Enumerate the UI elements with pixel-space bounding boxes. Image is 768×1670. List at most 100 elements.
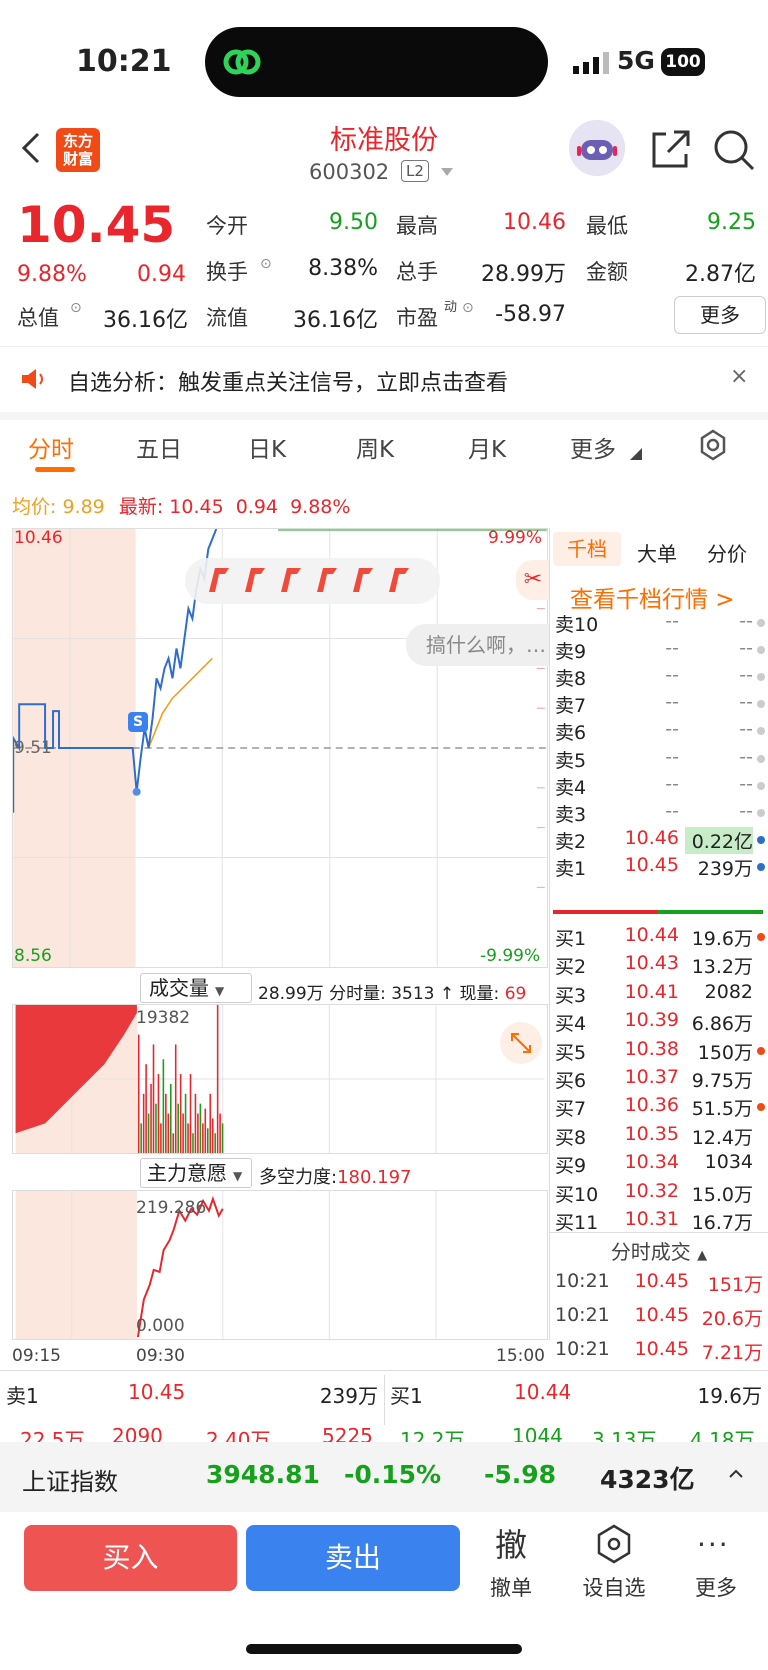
expand-icon[interactable] — [500, 1022, 542, 1064]
level-label: 买5 — [555, 1041, 587, 1064]
volume-indicator-select[interactable]: 成交量 ▼ — [140, 973, 252, 1003]
ask-row[interactable]: 卖7 -- -- — [555, 691, 765, 719]
tab-intraday[interactable]: 分时 — [28, 430, 74, 464]
info-icon[interactable]: ⊙ — [260, 256, 272, 272]
volume-bar — [152, 1044, 155, 1153]
gear-icon[interactable] — [696, 428, 730, 462]
high-label: 最高 — [396, 214, 438, 238]
ticks-header[interactable]: 分时成交 ▲ — [550, 1236, 768, 1265]
latest-value: 10.45 — [169, 496, 224, 518]
amount-value: 2.87亿 — [685, 262, 756, 287]
sell-button[interactable]: 卖出 — [246, 1525, 460, 1591]
buy-button[interactable]: 买入 — [24, 1525, 237, 1591]
ask-row[interactable]: 卖5 -- -- — [555, 746, 765, 774]
ask-row[interactable]: 卖10 -- -- — [555, 610, 765, 638]
close-icon[interactable]: × — [730, 364, 748, 389]
level-volume: -- — [739, 637, 753, 660]
view-depth-link[interactable]: 查看千档行情 > — [570, 580, 735, 614]
robot-assistant-icon[interactable] — [569, 120, 625, 176]
low-value: 9.25 — [707, 210, 756, 235]
now-volume-label: 现量: — [459, 984, 500, 1004]
volume-total: 28.99万 — [258, 984, 324, 1004]
tab-daily-k[interactable]: 日K — [248, 430, 286, 464]
volume-bar — [192, 1133, 194, 1153]
volume-bar — [209, 1093, 212, 1153]
level-volume: 16.7万 — [691, 1212, 753, 1234]
more-dots-icon[interactable]: ··· — [697, 1528, 730, 1561]
limit-up-flag-banner[interactable] — [185, 558, 440, 604]
divider — [549, 528, 550, 1340]
info-icon[interactable]: ⊙ — [462, 300, 474, 316]
mcap-value: 36.16亿 — [103, 308, 188, 333]
ask-row[interactable]: 卖1 10.45 239万 — [555, 854, 765, 882]
tab-five-day[interactable]: 五日 — [136, 430, 182, 464]
ask-row[interactable]: 卖4 -- -- — [555, 773, 765, 801]
bid-row[interactable]: 买6 10.37 9.75万 — [555, 1066, 765, 1094]
change-amount: 0.94 — [137, 262, 186, 287]
corner-triangle-icon — [630, 448, 642, 460]
tick-volume: 151万 — [707, 1274, 763, 1296]
sell-signal-badge[interactable]: S — [128, 712, 148, 732]
bid-row[interactable]: 买8 10.35 12.4万 — [555, 1123, 765, 1151]
volume-bar — [145, 1064, 147, 1153]
cancel-icon[interactable]: 撤 — [476, 1520, 546, 1566]
tab-more[interactable]: 更多 — [570, 430, 616, 464]
comment-bubble[interactable]: 搞什么啊，… — [406, 624, 550, 666]
main-force-chart[interactable] — [12, 1190, 548, 1340]
low-label: 最低 — [586, 214, 628, 238]
ask-row[interactable]: 卖6 -- -- — [555, 718, 765, 746]
level-price: 10.38 — [624, 1037, 679, 1060]
ask-row[interactable]: 卖3 -- -- — [555, 800, 765, 828]
volume-chart[interactable] — [12, 1004, 548, 1154]
ask-row[interactable]: 卖9 -- -- — [555, 637, 765, 665]
chevron-down-icon[interactable] — [441, 168, 453, 176]
volume-bar — [199, 1103, 202, 1153]
add-watchlist-label[interactable]: 设自选 — [579, 1572, 649, 1602]
cancel-order-label[interactable]: 撤单 — [476, 1572, 546, 1602]
status-dot — [757, 646, 765, 655]
index-pct: -0.15% — [344, 1460, 442, 1489]
level-label: 买7 — [555, 1098, 587, 1121]
level2-badge[interactable]: L2 — [401, 160, 429, 182]
bid-row[interactable]: 买10 10.32 15.0万 — [555, 1180, 765, 1208]
more-quote-button[interactable]: 更多 — [674, 296, 766, 334]
tab-indicator — [35, 467, 75, 472]
level-label: 卖5 — [555, 749, 587, 772]
ask-row[interactable]: 卖8 -- -- — [555, 664, 765, 692]
tick-time: 10:21 — [555, 1338, 610, 1360]
stock-code: 600302 — [309, 160, 390, 184]
tab-big-orders[interactable]: 大单 — [637, 538, 677, 567]
ask-row[interactable]: 卖2 10.46 0.22亿 — [555, 826, 765, 855]
speaker-icon — [22, 369, 43, 389]
bid-row[interactable]: 买2 10.43 13.2万 — [555, 952, 765, 980]
info-icon[interactable]: ⊙ — [70, 300, 82, 316]
chevron-up-icon[interactable] — [728, 1466, 744, 1482]
bid-row[interactable]: 买3 10.41 2082 — [555, 981, 765, 1009]
tab-monthly-k[interactable]: 月K — [468, 430, 506, 464]
bid-row[interactable]: 买5 10.38 150万 — [555, 1038, 765, 1066]
gift-icon[interactable]: ✂ — [516, 560, 550, 600]
volume-value: 28.99万 — [481, 262, 566, 287]
hexagon-star-icon[interactable] — [596, 1524, 632, 1564]
bid-row[interactable]: 买9 10.34 1034 — [555, 1151, 765, 1179]
volume-bar — [194, 1093, 197, 1153]
search-icon[interactable] — [712, 128, 756, 172]
level-price: 10.46 — [624, 826, 679, 849]
tab-thousand-level[interactable]: 千档 — [553, 532, 621, 566]
main-force-select[interactable]: 主力意愿 ▼ — [140, 1158, 252, 1188]
summary-cell: 4.18万 — [690, 1428, 755, 1442]
share-icon[interactable] — [650, 128, 692, 170]
tab-price-distribution[interactable]: 分价 — [707, 538, 747, 567]
summary-cell: 5225 — [322, 1424, 373, 1442]
pe-label: 市盈 — [396, 306, 438, 330]
bid-row[interactable]: 买7 10.36 51.5万 — [555, 1094, 765, 1122]
bid-row[interactable]: 买1 10.44 19.6万 — [555, 924, 765, 952]
tab-weekly-k[interactable]: 周K — [356, 430, 394, 464]
tick-volume: 7.21万 — [701, 1342, 763, 1364]
summary-row2: 22.5万 2090 2.40万 5225 12.2万 1044 3.13万 4… — [0, 1420, 768, 1442]
notice-text[interactable]: 自选分析：触发重点关注信号，立即点击查看 — [68, 365, 508, 397]
more-actions-label[interactable]: 更多 — [681, 1572, 751, 1602]
volume-bar — [206, 1128, 209, 1153]
bid-row[interactable]: 买4 10.39 6.86万 — [555, 1009, 765, 1037]
volume-bar — [162, 1059, 165, 1153]
